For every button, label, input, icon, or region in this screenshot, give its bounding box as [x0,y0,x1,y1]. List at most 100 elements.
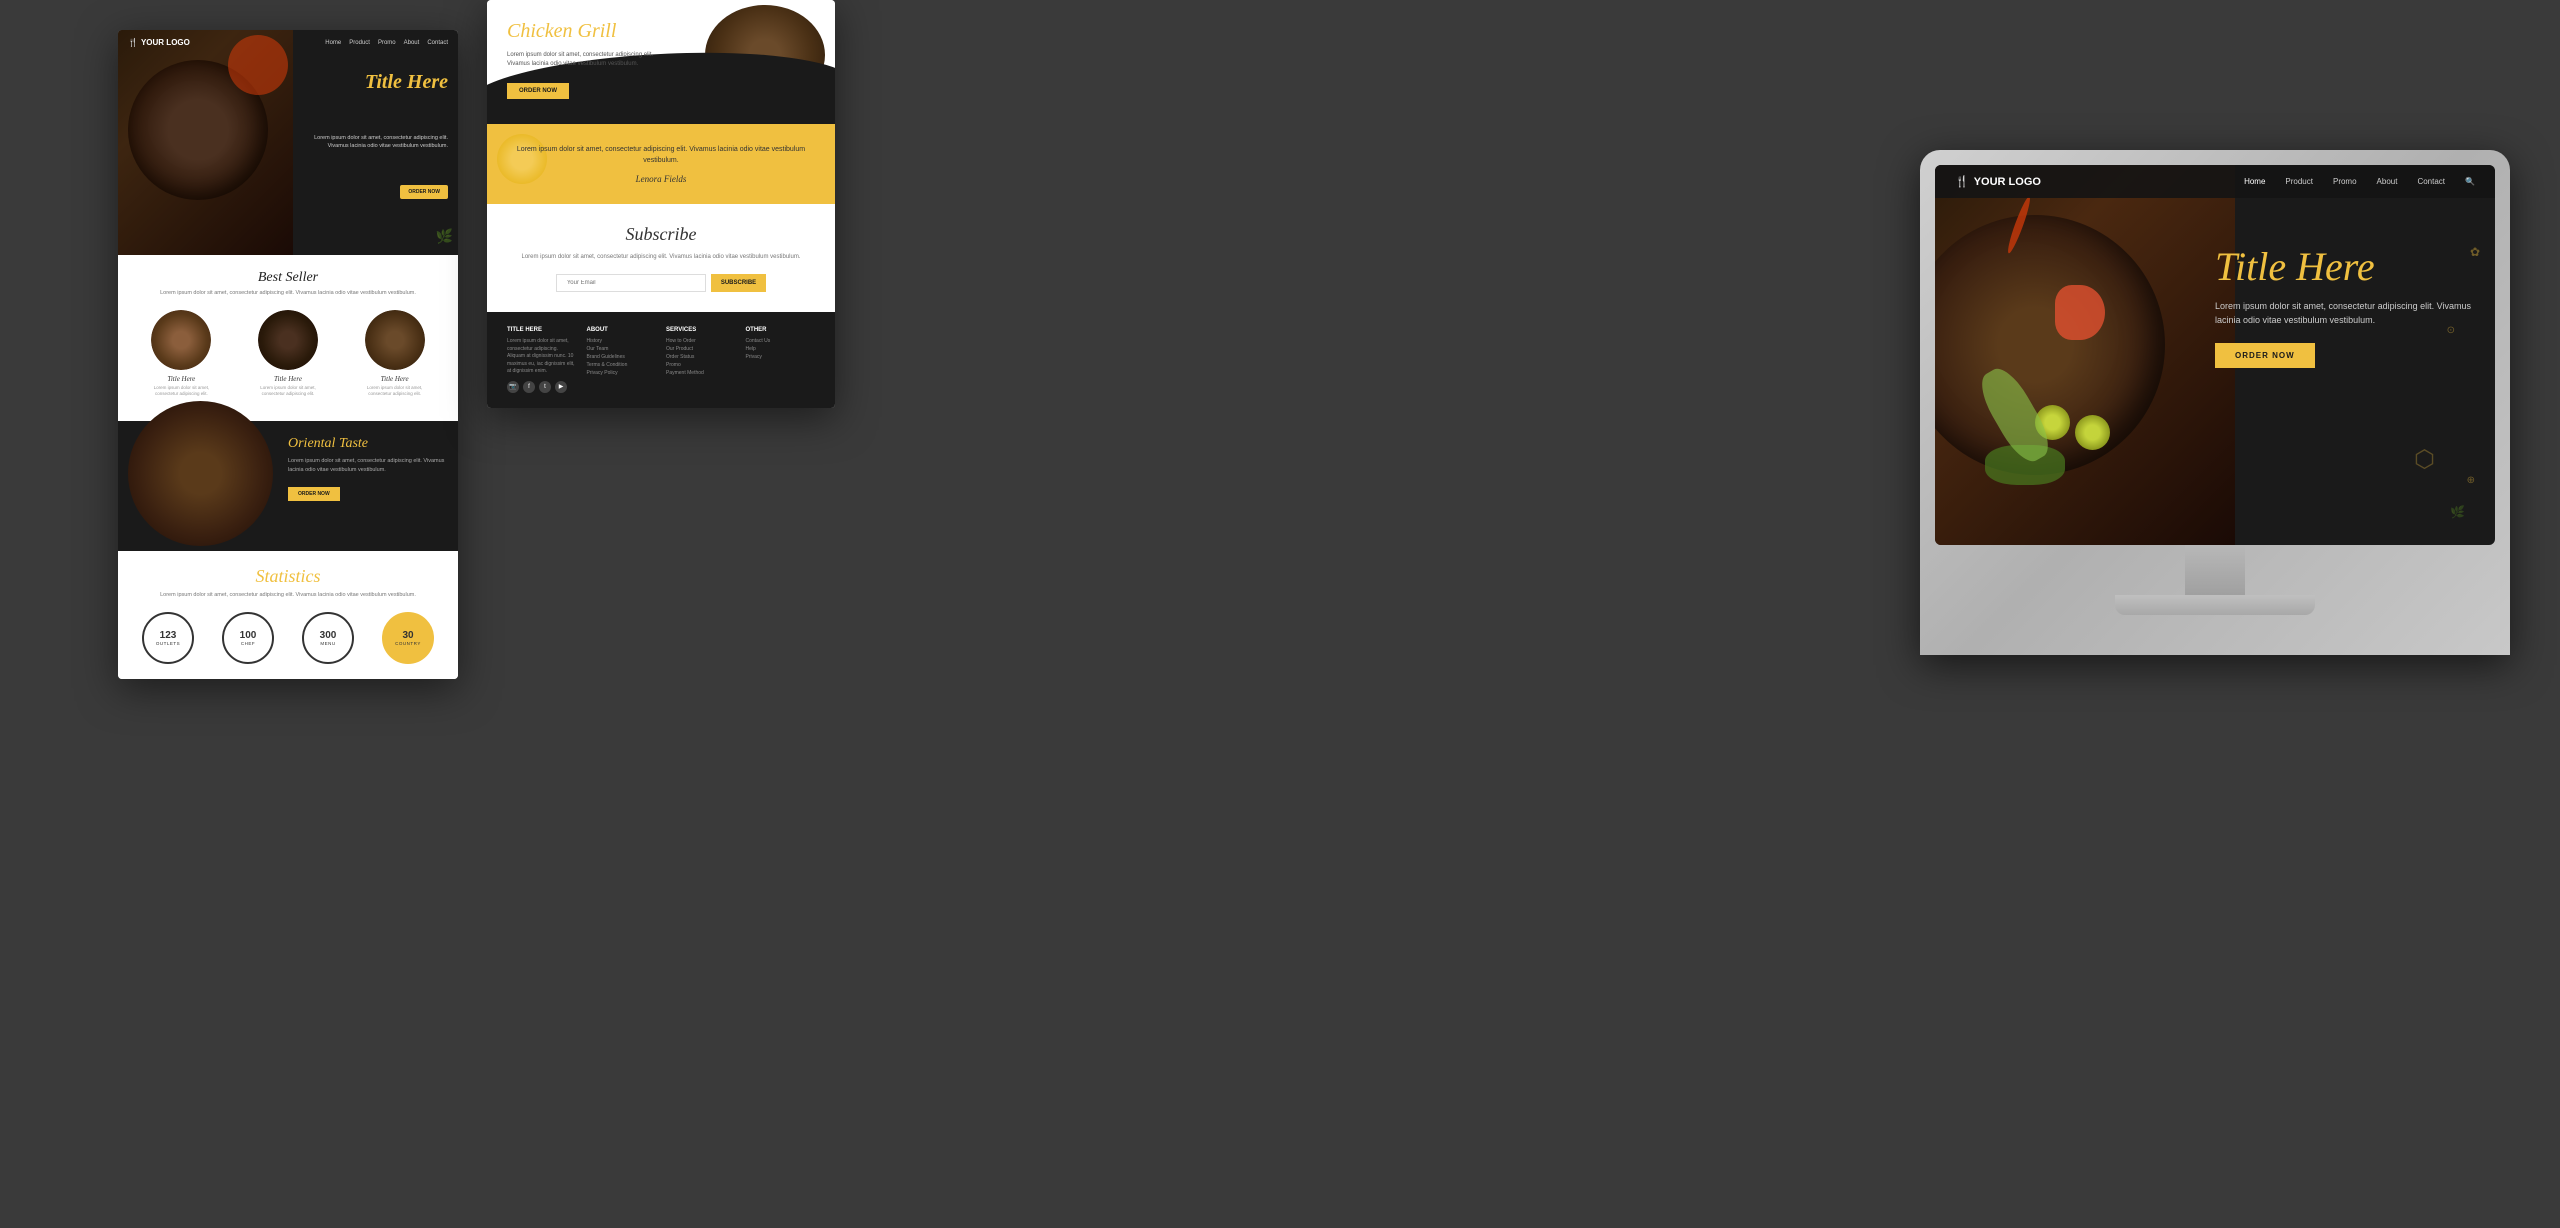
monitor-search-icon[interactable]: 🔍 [2465,177,2475,186]
food-image-2 [258,310,318,370]
monitor-nav-promo[interactable]: Promo [2333,177,2357,186]
monitor-logo-icon: 🍴 [1955,175,1969,188]
twitter-icon[interactable]: t [539,381,551,393]
footer-link[interactable]: History [587,338,657,344]
food-image-3 [365,310,425,370]
lime-decoration [2035,405,2070,440]
mid-hero-title: Chicken Grill [507,20,815,43]
left-hero-food-image [118,30,293,255]
stat-country: 30 COUNTRY [382,612,434,664]
left-hero: 🍴 YOUR LOGO Home Product Promo About Con… [118,30,458,255]
left-bs-desc: Lorem ipsum dolor sit amet, consectetur … [128,290,448,298]
mid-mockup: Chicken Grill Lorem ipsum dolor sit amet… [487,0,835,408]
subscribe-email-input[interactable] [556,274,706,292]
monitor-logo: 🍴 YOUR LOGO [1955,175,2041,188]
footer-col-about: TITLE HERE Lorem ipsum dolor sit amet, c… [507,327,577,393]
testimonial-text: Lorem ipsum dolor sit amet, consectetur … [507,144,815,166]
left-nav: 🍴 YOUR LOGO Home Product Promo About Con… [118,38,458,47]
oriental-food-image [128,401,273,546]
herbs-decoration [1985,445,2065,485]
stats-title: Statistics [128,566,448,587]
left-statistics: Statistics Lorem ipsum dolor sit amet, c… [118,551,458,679]
monitor-hero-title: Title Here [2215,245,2475,289]
right-mockup: 🍴 YOUR LOGO Home Product Promo About Con… [1920,150,2510,655]
footer-col-title-4: OTHER [746,327,816,333]
mid-hero: Chicken Grill Lorem ipsum dolor sit amet… [487,0,835,124]
left-oriental: Oriental Taste Lorem ipsum dolor sit ame… [118,421,458,551]
footer-link[interactable]: Our Product [666,346,736,352]
logo-fork-icon: 🍴 [128,38,138,47]
footer-link[interactable]: Terms & Condition [587,362,657,368]
mid-hero-btn[interactable]: ORDER NOW [507,83,569,99]
deco-garlic: ⬡ [2414,445,2435,474]
stats-circles: 123 OUTLETS 100 CHEF 300 MENU 30 COUNTRY [128,612,448,664]
left-logo: 🍴 YOUR LOGO [128,38,190,47]
footer-col-title-2: ABOUT [587,327,657,333]
bs-item-title-3: Title Here [355,375,435,383]
bs-item-desc-1: Lorem ipsum dolor sit amet, consectetur … [141,385,221,397]
list-item: Title Here Lorem ipsum dolor sit amet, c… [355,310,435,397]
subscribe-button[interactable]: SUBSCRIBE [711,274,766,292]
footer-link[interactable]: Privacy [746,354,816,360]
monitor-nav-about[interactable]: About [2377,177,2398,186]
left-nav-product[interactable]: Product [349,40,370,46]
left-hero-title: Title Here [365,70,448,94]
testimonial-author: Lenora Fields [507,174,815,184]
lime-decoration-2 [2075,415,2110,450]
subscribe-desc: Lorem ipsum dolor sit amet, consectetur … [507,253,815,262]
footer-col-desc-1: Lorem ipsum dolor sit amet, consectetur … [507,338,577,376]
social-icons: 📷 f t ▶ [507,381,577,393]
footer-col-title-3: SERVICES [666,327,736,333]
left-nav-promo[interactable]: Promo [378,40,396,46]
left-hero-btn[interactable]: ORDER NOW [400,185,448,199]
left-nav-contact[interactable]: Contact [427,40,448,46]
deco-dot: ⊕ [2467,475,2475,486]
footer-link[interactable]: Our Team [587,346,657,352]
monitor-hero-btn[interactable]: ORDER NOW [2215,343,2315,368]
mid-hero-desc: Lorem ipsum dolor sit amet, consectetur … [507,51,657,69]
footer-link[interactable]: Contact Us [746,338,816,344]
oriental-btn[interactable]: ORDER NOW [288,487,340,501]
monitor-nav: 🍴 YOUR LOGO Home Product Promo About Con… [1935,165,2495,198]
instagram-icon[interactable]: 📷 [507,381,519,393]
footer-link[interactable]: Payment Method [666,370,736,376]
stat-menu: 300 MENU [302,612,354,664]
mid-testimonial: Lorem ipsum dolor sit amet, consectetur … [487,124,835,204]
footer-col-about-links: ABOUT History Our Team Brand Guidelines … [587,327,657,393]
oriental-title: Oriental Taste [288,436,448,452]
left-nav-links: Home Product Promo About Contact [325,40,448,46]
left-hero-desc: Lorem ipsum dolor sit amet, consectetur … [298,135,448,150]
left-nav-home[interactable]: Home [325,40,341,46]
monitor-hero-desc: Lorem ipsum dolor sit amet, consectetur … [2215,299,2475,328]
footer-link[interactable]: Brand Guidelines [587,354,657,360]
chili-icon [2005,195,2033,254]
subscribe-form: SUBSCRIBE [507,274,815,292]
monitor-stand-base [2115,595,2315,615]
footer-link[interactable]: Promo [666,362,736,368]
facebook-icon[interactable]: f [523,381,535,393]
list-item: Title Here Lorem ipsum dolor sit amet, c… [248,310,328,397]
list-item: Title Here Lorem ipsum dolor sit amet, c… [141,310,221,397]
footer-link[interactable]: Help [746,346,816,352]
monitor-nav-contact[interactable]: Contact [2417,177,2445,186]
monitor-screen: 🍴 YOUR LOGO Home Product Promo About Con… [1935,165,2495,545]
stats-desc: Lorem ipsum dolor sit amet, consectetur … [128,592,448,600]
bs-item-desc-3: Lorem ipsum dolor sit amet, consectetur … [355,385,435,397]
monitor-hero-food [1935,165,2235,545]
footer-link[interactable]: Privacy Policy [587,370,657,376]
monitor-nav-home[interactable]: Home [2244,177,2265,186]
youtube-icon[interactable]: ▶ [555,381,567,393]
left-bs-title: Best Seller [128,270,448,286]
left-nav-about[interactable]: About [404,40,420,46]
left-mockup: 🍴 YOUR LOGO Home Product Promo About Con… [118,30,458,679]
footer-link[interactable]: How to Order [666,338,736,344]
mid-footer: TITLE HERE Lorem ipsum dolor sit amet, c… [487,312,835,408]
deco-mid-right: ⊙ [2447,325,2455,336]
footer-col-title-1: TITLE HERE [507,327,577,333]
bs-item-title-1: Title Here [141,375,221,383]
footer-link[interactable]: Order Status [666,354,736,360]
oriental-desc: Lorem ipsum dolor sit amet, consectetur … [288,457,448,474]
monitor-nav-product[interactable]: Product [2285,177,2313,186]
deco-leaf: 🌿 [2450,505,2465,519]
bs-item-title-2: Title Here [248,375,328,383]
